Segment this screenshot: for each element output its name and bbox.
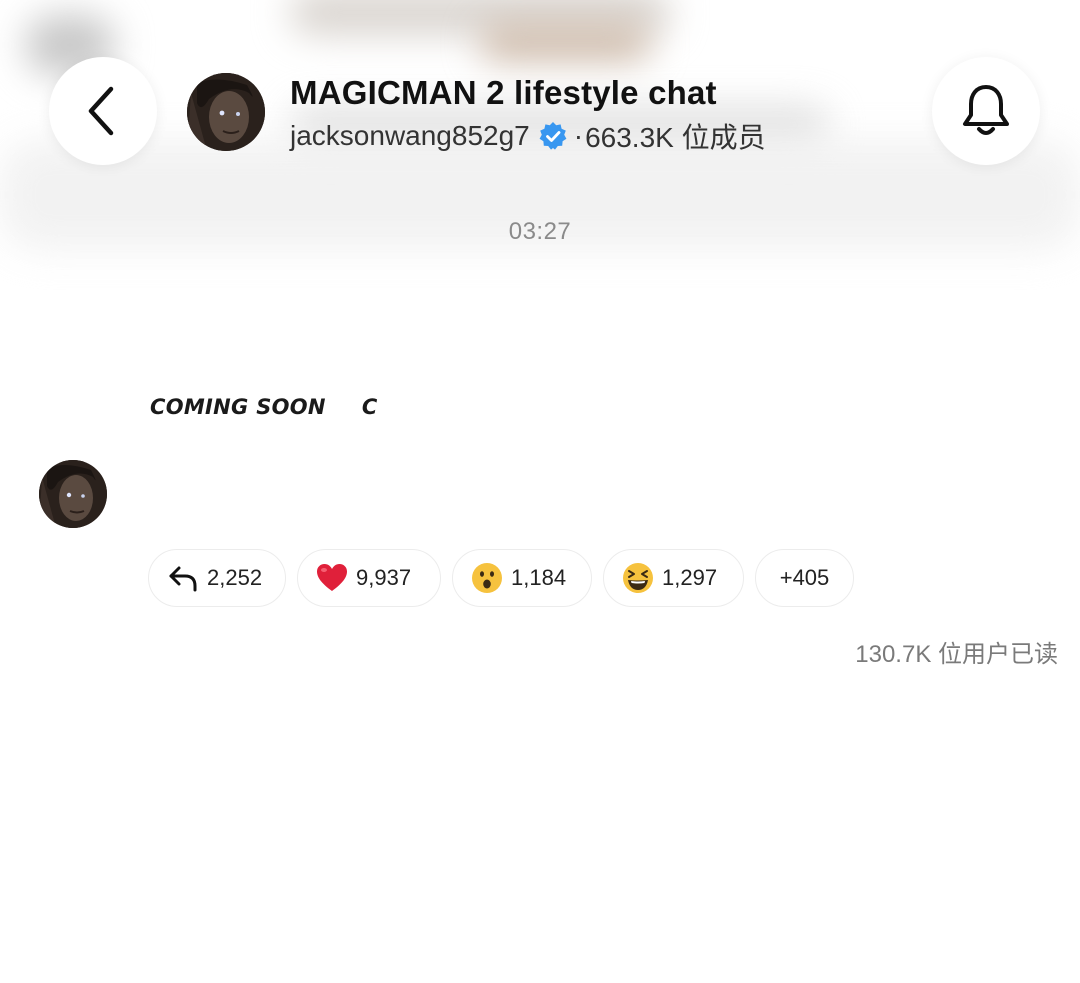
chat-avatar[interactable] [187,73,265,151]
heart-reaction-button[interactable]: 9,937 [297,549,441,607]
chat-subtitle: jacksonwang852g7 · 663.3K 位成员 [290,118,766,154]
separator-dot: · [573,120,584,151]
back-button[interactable] [49,57,157,165]
media-caption-cut: C [361,395,378,419]
message-timestamp: 03:27 [508,218,572,245]
sender-avatar[interactable] [39,460,107,528]
bell-icon [963,85,1009,135]
chat-title: MAGICMAN 2 lifestyle chat [290,74,717,111]
read-receipt: 130.7K 位用户已读 [855,641,1058,668]
reaction-count: 1,297 [662,565,718,590]
surprised-face-icon [471,562,503,594]
media-caption: COMING SOON [150,395,326,419]
notifications-button[interactable] [932,57,1040,165]
red-heart-icon [316,562,348,594]
owner-username[interactable]: jacksonwang852g7 [290,120,530,152]
reaction-count: 2,252 [207,565,263,590]
surprised-reaction-button[interactable]: 1,184 [452,549,592,607]
reply-icon [167,562,199,594]
message-media[interactable]: COMING SOON C [150,385,385,429]
laughing-face-icon [622,562,654,594]
reply-reaction-button[interactable]: 2,252 [148,549,286,607]
reaction-bar: 2,252 9,937 1,184 1,297 +405 [148,549,854,607]
reaction-count: 1,184 [511,565,567,590]
chevron-left-icon [88,86,114,136]
more-reactions-button[interactable]: +405 [755,549,854,607]
reaction-count: 9,937 [356,565,412,590]
more-reactions-count: +405 [779,565,830,590]
laughing-reaction-button[interactable]: 1,297 [603,549,744,607]
verified-badge-icon [538,121,568,151]
member-count: 663.3K 位成员 [585,122,766,153]
chat-header: MAGICMAN 2 lifestyle chat jacksonwang852… [0,0,1080,190]
